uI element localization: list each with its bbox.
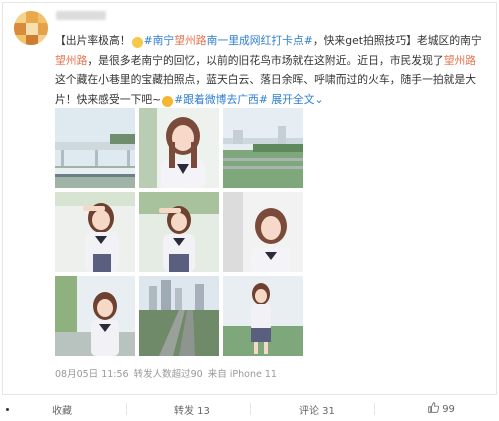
- username-blurred[interactable]: [56, 11, 106, 20]
- expand-full-text-link[interactable]: ⌄: [315, 93, 324, 106]
- like-count: 99: [442, 404, 455, 415]
- photo-girl-portrait: [139, 108, 219, 188]
- photo-6[interactable]: [223, 192, 303, 272]
- divider: [250, 403, 251, 415]
- photo-1[interactable]: [55, 108, 135, 188]
- emoji-icon: 😮: [131, 37, 143, 48]
- photo-9[interactable]: [223, 276, 303, 356]
- photo-5[interactable]: [139, 192, 219, 272]
- post-meta: 08月05日 11:56 转发人数超过90 来自 iPhone 11: [55, 366, 277, 380]
- like-button[interactable]: 99: [428, 402, 455, 415]
- divider: [126, 403, 127, 415]
- post-date[interactable]: 08月05日 11:56: [55, 369, 129, 380]
- emoji-icon: 🧭: [162, 95, 174, 107]
- repost-button[interactable]: 转发 13: [174, 402, 210, 417]
- photo-overpass-train: [55, 108, 135, 188]
- favorite-button[interactable]: 收藏: [52, 402, 72, 417]
- post-text-segment: ，是很多老南宁的回忆，以前的旧花鸟市场就在这附近。近日，市民发现了: [87, 53, 444, 67]
- photo-rail-tracks-city: [139, 276, 219, 356]
- photo-girl-salute-left: [55, 192, 135, 272]
- photo-8[interactable]: [139, 276, 219, 356]
- topic-link[interactable]: #跟着微博去广西#: [174, 93, 268, 106]
- location-link[interactable]: 望州路: [55, 54, 87, 67]
- photo-girl-full-body: [223, 276, 303, 356]
- photo-girl-railway-left: [55, 276, 135, 356]
- topic-link[interactable]: #南宁: [144, 34, 175, 47]
- photo-girl-salute-center: [139, 192, 219, 272]
- thumb-up-icon: [428, 402, 440, 413]
- location-link[interactable]: 望州路: [444, 54, 476, 67]
- photo-3[interactable]: [223, 108, 303, 188]
- weibo-post-card: 【出片率极高！😮#南宁望州路南一里成网红打卡点#，快来get拍照技巧】老城区的南…: [0, 0, 499, 421]
- divider: [374, 403, 375, 415]
- reposts-info: 转发人数超过90: [133, 369, 203, 380]
- photo-2[interactable]: [139, 108, 219, 188]
- photo-4[interactable]: [55, 192, 135, 272]
- post-text-segment: 【出片率极高！: [55, 34, 131, 47]
- expand-full-text-link[interactable]: 展开全文: [271, 93, 314, 106]
- post-text-segment: ，快来get拍照技巧】老城区的南宁: [312, 34, 482, 47]
- photo-7[interactable]: [55, 276, 135, 356]
- photo-city-view: [223, 108, 303, 188]
- location-link[interactable]: 望州路: [174, 34, 206, 47]
- comment-button[interactable]: 评论 31: [299, 402, 335, 417]
- post-text: 【出片率极高！😮#南宁望州路南一里成网红打卡点#，快来get拍照技巧】老城区的南…: [55, 31, 485, 109]
- post-source: 来自 iPhone 11: [207, 369, 277, 380]
- topic-link[interactable]: 南一里成网红打卡点#: [207, 34, 313, 47]
- photo-girl-smile: [223, 192, 303, 272]
- action-bar: 收藏 转发 13 评论 31 99: [0, 396, 499, 421]
- avatar[interactable]: [14, 11, 48, 45]
